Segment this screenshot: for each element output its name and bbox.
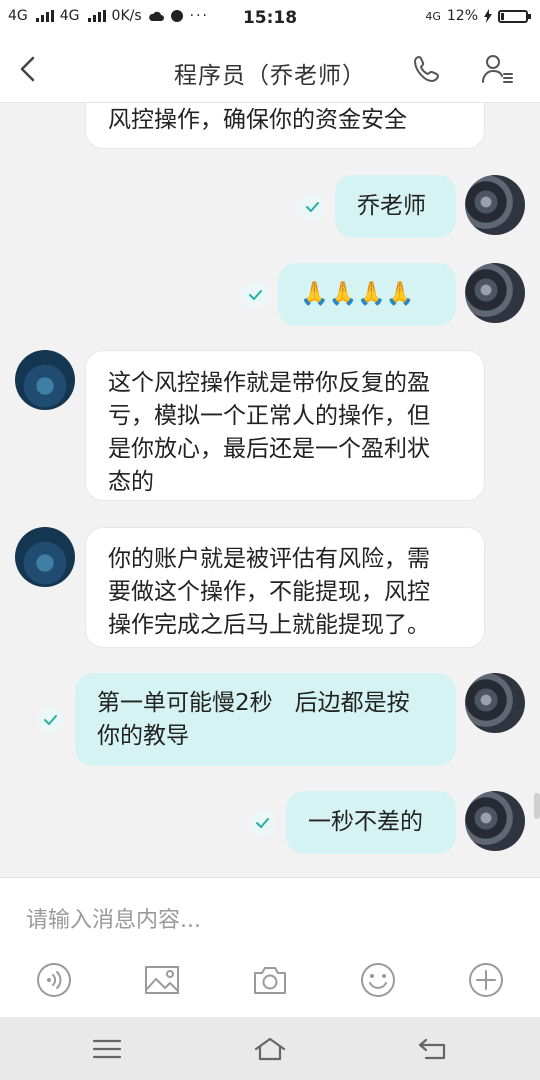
message-line: 操作完成之后马上就能提现了。 xyxy=(108,612,430,638)
message-line: 你的账户就是被评估有风险，需 xyxy=(108,546,430,572)
chat-header: 程序员（乔老师） xyxy=(0,36,540,103)
plus-icon[interactable] xyxy=(466,960,506,1000)
charging-icon xyxy=(484,9,492,23)
status-right: 4G 12% xyxy=(425,8,531,24)
message-bubble-outgoing[interactable]: 🙏🙏🙏🙏 xyxy=(278,263,456,326)
status-bar: 4G 4G 0K/s ··· 15:18 4G 12% xyxy=(0,0,540,36)
message-input[interactable]: 请输入消息内容... xyxy=(26,902,201,934)
message-line: 态的 xyxy=(108,469,154,495)
message-line: 这个风控操作就是带你反复的盈 xyxy=(108,370,430,396)
message-text: 风控操作，确保你的资金安全 xyxy=(108,107,407,133)
network-label-3: 4G xyxy=(425,9,441,23)
message-bubble-incoming[interactable]: 你的账户就是被评估有风险，需 要做这个操作，不能提现，风控 操作完成之后马上就能… xyxy=(85,527,485,648)
image-icon[interactable] xyxy=(142,960,182,1000)
read-check-icon xyxy=(242,282,268,308)
scrollbar[interactable] xyxy=(534,793,540,819)
battery-icon xyxy=(498,9,531,23)
contact-avatar[interactable] xyxy=(15,350,75,410)
message-bubble-outgoing[interactable]: 乔老师 xyxy=(335,175,456,238)
message-line: 亏，模拟一个正常人的操作，但 xyxy=(108,403,430,429)
my-avatar[interactable] xyxy=(465,175,525,235)
message-bubble-outgoing[interactable]: 一秒不差的 xyxy=(286,791,456,854)
my-avatar[interactable] xyxy=(465,263,525,323)
profile-icon[interactable] xyxy=(480,52,514,86)
chat-title: 程序员（乔老师） xyxy=(174,63,366,89)
message-text: 乔老师 xyxy=(357,193,426,219)
composer: 请输入消息内容... xyxy=(0,877,540,1018)
menu-icon[interactable] xyxy=(90,1035,124,1063)
message-line: 要做这个操作，不能提现，风控 xyxy=(108,579,430,605)
message-bubble-incoming[interactable]: 这个风控操作就是带你反复的盈 亏，模拟一个正常人的操作，但 是你放心，最后还是一… xyxy=(85,350,485,501)
emoji-icon[interactable] xyxy=(358,960,398,1000)
phone-icon[interactable] xyxy=(410,52,444,86)
camera-icon[interactable] xyxy=(250,960,290,1000)
read-check-icon xyxy=(249,810,275,836)
voice-icon[interactable] xyxy=(34,960,74,1000)
system-nav-bar xyxy=(0,1017,540,1080)
read-check-icon xyxy=(299,194,325,220)
read-check-icon xyxy=(37,707,63,733)
message-text: 一秒不差的 xyxy=(308,809,423,835)
message-text: 🙏🙏🙏🙏 xyxy=(300,281,415,307)
message-line: 你的教导 xyxy=(97,723,189,749)
my-avatar[interactable] xyxy=(465,791,525,851)
my-avatar[interactable] xyxy=(465,673,525,733)
message-list[interactable]: 风控操作，确保你的资金安全 乔老师 🙏🙏🙏🙏 这个风控操作就是带你反复的盈 亏，… xyxy=(0,103,540,877)
back-icon[interactable] xyxy=(416,1035,450,1063)
message-bubble-incoming[interactable]: 风控操作，确保你的资金安全 xyxy=(85,103,485,149)
message-bubble-outgoing[interactable]: 第一单可能慢2秒 后边都是按 你的教导 xyxy=(75,673,456,766)
battery-percent: 12% xyxy=(446,8,478,24)
message-line: 是你放心，最后还是一个盈利状 xyxy=(108,436,430,462)
composer-toolbar xyxy=(0,960,540,1004)
home-icon[interactable] xyxy=(253,1035,287,1063)
message-line: 第一单可能慢2秒 后边都是按 xyxy=(97,690,410,716)
contact-avatar[interactable] xyxy=(15,527,75,587)
